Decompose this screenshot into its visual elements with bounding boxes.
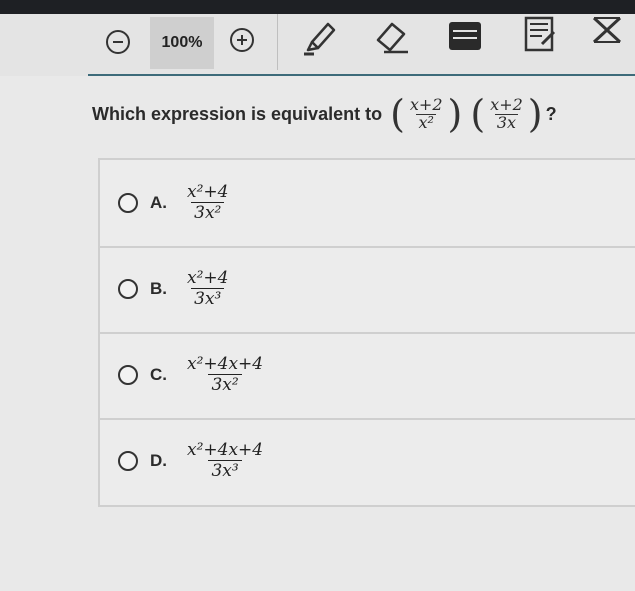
question-expression: ( x+2 x² ) ( x+2 3x ): [390, 92, 543, 136]
notepad-icon: [524, 16, 556, 52]
option-expression: x²+4x+4 3x³: [184, 441, 266, 480]
fraction-denominator: 3x³: [191, 288, 225, 309]
fraction-numerator: x²+4x+4: [187, 440, 264, 461]
toolbar-separator: [277, 14, 278, 70]
close-button[interactable]: [586, 10, 628, 50]
fraction-denominator: x²: [416, 112, 436, 132]
toolbar-divider: [88, 74, 635, 76]
fraction-numerator: x²+4x+4: [187, 354, 264, 375]
radio-button[interactable]: [118, 451, 138, 471]
fraction-denominator: 3x: [494, 112, 519, 132]
zoom-in-icon: [230, 28, 254, 52]
radio-button[interactable]: [118, 365, 138, 385]
highlighter-icon: [304, 22, 336, 56]
zoom-level: 100%: [150, 17, 214, 69]
close-icon: [592, 16, 622, 44]
option-b[interactable]: B. x²+4 3x³: [100, 246, 635, 334]
eraser-icon: [376, 22, 408, 54]
zoom-in-button[interactable]: [224, 22, 260, 58]
question-fraction-1: x+2 x²: [408, 94, 445, 132]
eraser-button[interactable]: [368, 18, 416, 58]
fraction-denominator: 3x²: [191, 202, 225, 223]
option-a[interactable]: A. x²+4 3x²: [100, 160, 635, 248]
fraction-numerator: x²+4: [187, 182, 229, 203]
top-bar: [0, 0, 635, 14]
option-letter: D.: [150, 451, 167, 470]
fraction-numerator: x²+4: [187, 268, 229, 289]
fraction-denominator: 3x³: [208, 460, 242, 481]
option-expression: x²+4 3x³: [184, 269, 231, 308]
option-expression: x²+4x+4 3x²: [184, 355, 266, 394]
option-d[interactable]: D. x²+4x+4 3x³: [100, 418, 635, 504]
fraction-numerator: x+2: [409, 94, 443, 114]
option-letter: A.: [150, 193, 167, 212]
question-mark: ?: [545, 103, 557, 124]
answer-options: A. x²+4 3x² B. x²+4 3x³ C. x²+4x+4 3x² D…: [98, 158, 635, 507]
zoom-out-icon: [106, 30, 130, 54]
fraction-denominator: 3x²: [208, 374, 242, 395]
keyboard-icon: [449, 22, 481, 50]
question-prompt: Which expression is equivalent to ( x+2 …: [92, 95, 557, 133]
option-letter: B.: [150, 279, 167, 298]
fraction-numerator: x+2: [490, 94, 523, 114]
option-expression: x²+4 3x²: [184, 183, 231, 222]
option-letter: C.: [150, 365, 167, 384]
radio-button[interactable]: [118, 193, 138, 213]
question-fraction-2: x+2 3x: [488, 94, 525, 132]
zoom-out-button[interactable]: [104, 28, 132, 56]
radio-button[interactable]: [118, 279, 138, 299]
question-text: Which expression is equivalent to: [92, 103, 383, 124]
option-c[interactable]: C. x²+4x+4 3x²: [100, 332, 635, 420]
keyboard-button[interactable]: [445, 16, 485, 56]
notepad-button[interactable]: [520, 14, 560, 54]
highlighter-button[interactable]: [300, 18, 340, 58]
